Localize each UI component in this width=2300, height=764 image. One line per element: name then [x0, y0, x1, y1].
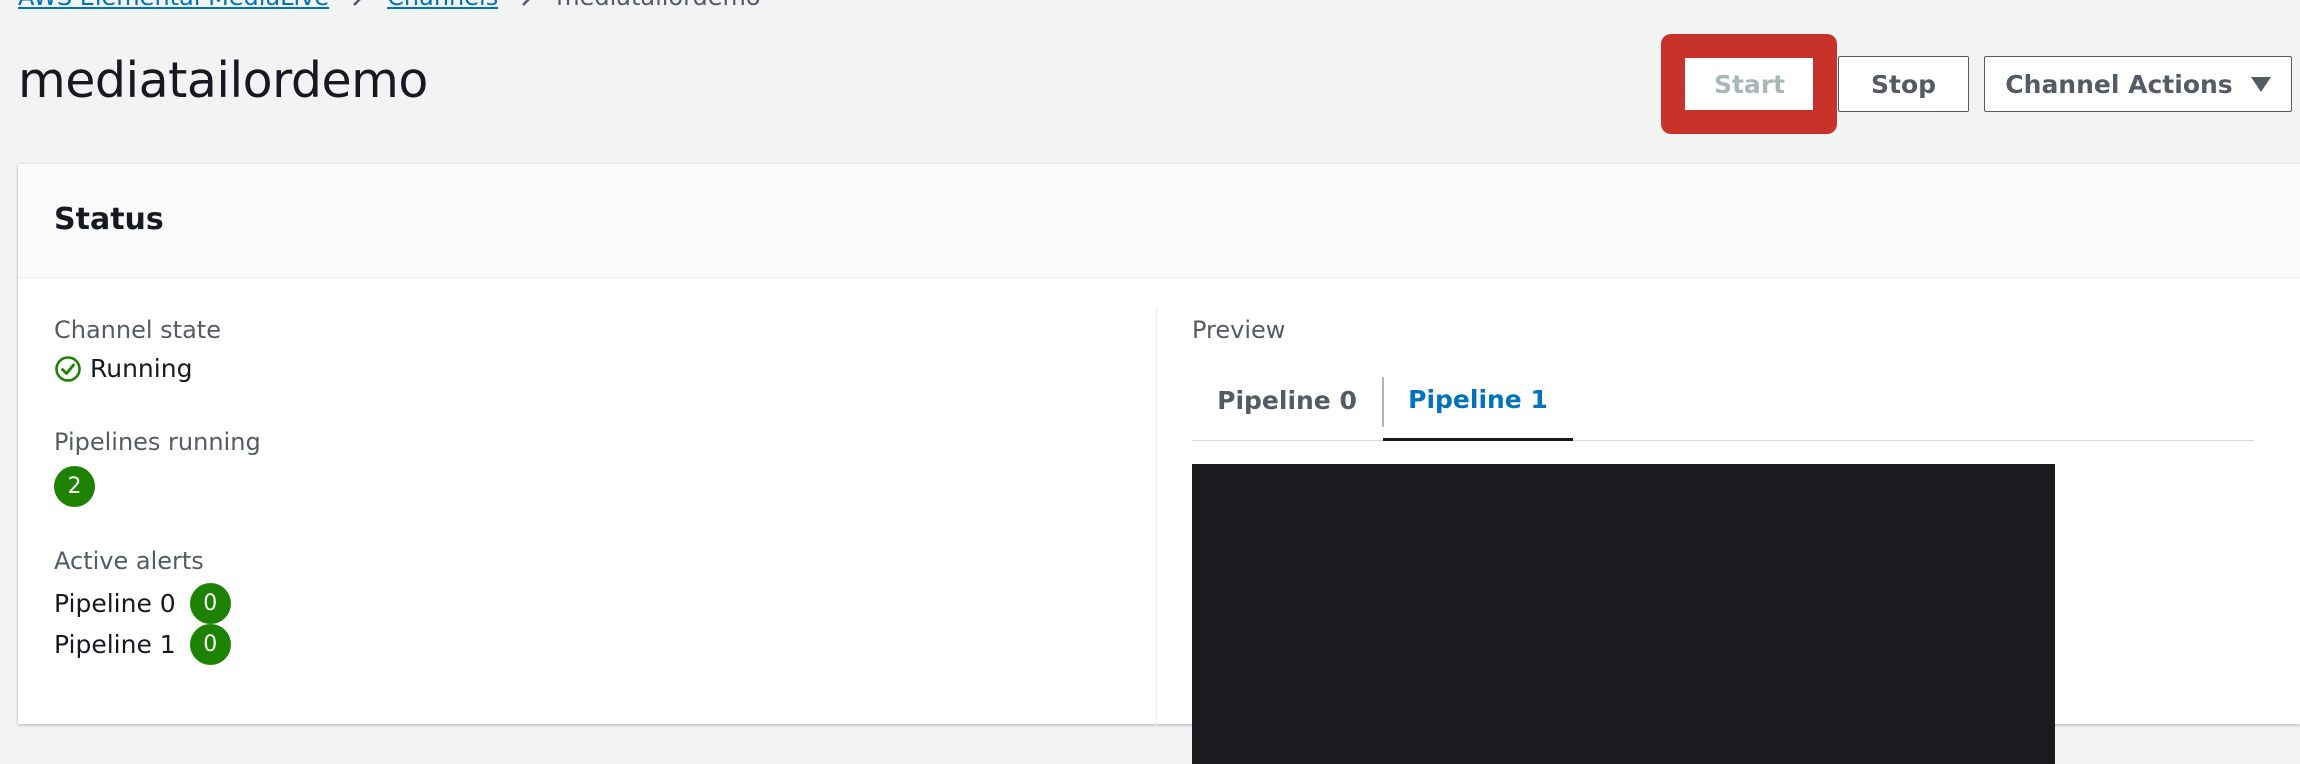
preview-label: Preview — [1192, 316, 1286, 344]
alert-row-pipeline-0: Pipeline 0 0 — [54, 583, 261, 624]
alert-count-badge: 0 — [189, 583, 231, 624]
breadcrumb-current: mediatailordemo — [556, 0, 760, 11]
preview-video-player[interactable] — [1192, 464, 2055, 764]
preview-tabs: Pipeline 0 Pipeline 1 — [1192, 360, 2254, 441]
column-divider — [1156, 307, 1157, 727]
caret-down-icon — [2250, 76, 2271, 92]
chevron-right-icon — [351, 0, 365, 8]
breadcrumb-link-channels[interactable]: Channels — [387, 0, 498, 11]
tab-pipeline-0[interactable]: Pipeline 0 — [1192, 360, 1382, 440]
status-details: Channel state Running Pipelines running … — [54, 314, 261, 665]
breadcrumb-link-medialive[interactable]: AWS Elemental MediaLive — [18, 0, 329, 11]
preview-section: Preview Pipeline 0 Pipeline 1 — [1192, 314, 2254, 764]
channel-state-label: Channel state — [54, 316, 221, 344]
page-title: mediatailordemo — [18, 52, 428, 109]
channel-actions-label: Channel Actions — [2005, 69, 2233, 99]
alert-pipeline-name: Pipeline 1 — [54, 629, 176, 659]
chevron-right-icon — [520, 0, 534, 8]
channel-state-value: Running — [90, 354, 193, 383]
tab-pipeline-1[interactable]: Pipeline 1 — [1383, 360, 1573, 441]
status-panel-header: Status — [18, 164, 2300, 278]
pipelines-running-label: Pipelines running — [54, 428, 261, 456]
active-alerts-label: Active alerts — [54, 547, 204, 575]
start-button[interactable]: Start — [1683, 56, 1816, 112]
alert-pipeline-name: Pipeline 0 — [54, 588, 176, 618]
channel-actions-button[interactable]: Channel Actions — [1984, 56, 2292, 112]
check-circle-icon — [54, 355, 82, 383]
stop-button[interactable]: Stop — [1838, 56, 1969, 112]
alert-row-pipeline-1: Pipeline 1 0 — [54, 624, 261, 665]
status-title: Status — [54, 202, 164, 237]
pipelines-running-badge: 2 — [54, 466, 95, 507]
alert-count-badge: 0 — [189, 624, 231, 665]
channel-state-value-row: Running — [54, 352, 261, 386]
status-panel: Status Channel state Running Pipelines r… — [18, 164, 2300, 764]
breadcrumb: AWS Elemental MediaLive Channels mediata… — [18, 0, 761, 11]
